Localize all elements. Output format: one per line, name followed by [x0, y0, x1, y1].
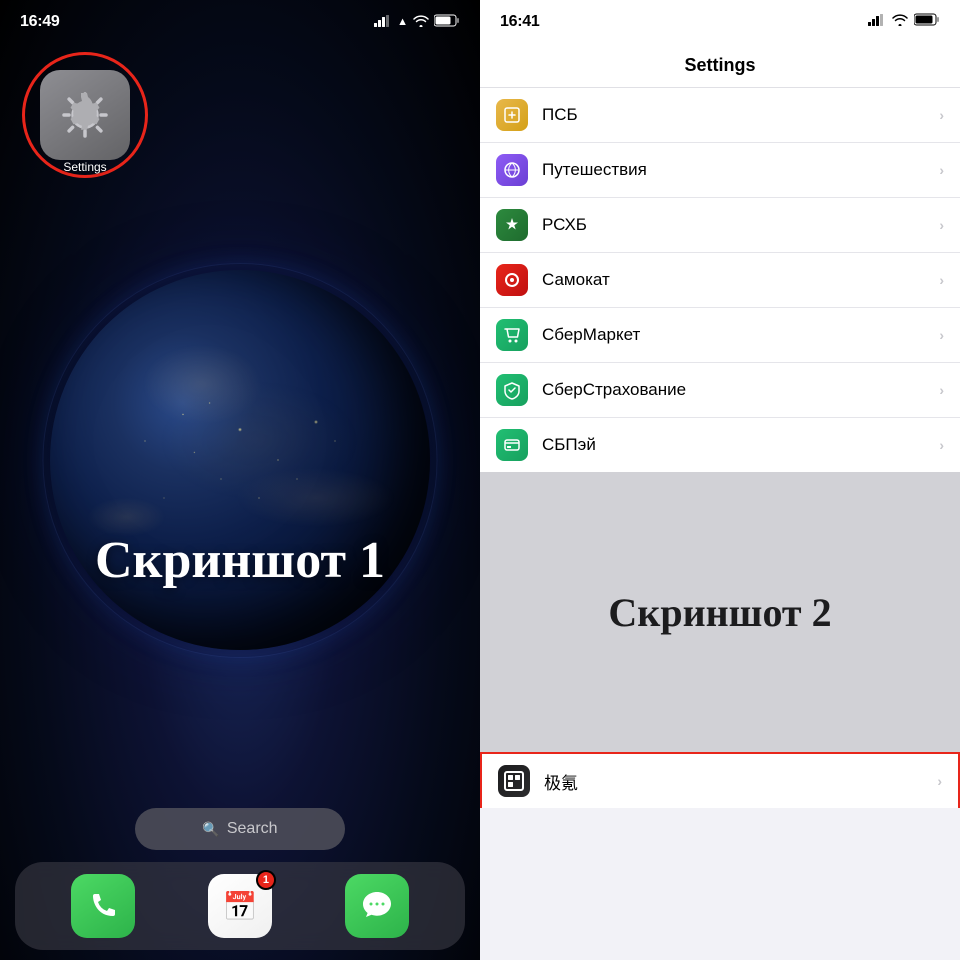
item-label-pcb: ПСБ	[542, 105, 931, 125]
search-bar-label: Search	[227, 820, 278, 838]
dock-calendar-app[interactable]: 📅 1	[208, 874, 272, 938]
settings-nav-bar: Settings	[480, 44, 960, 88]
wifi-icon-right	[892, 13, 908, 31]
travel-icon	[502, 160, 522, 180]
samokat-icon	[502, 270, 522, 290]
settings-item-sbermarket[interactable]: СберМаркет ›	[480, 308, 960, 363]
screenshot-2-label: Скриншот 2	[608, 589, 831, 636]
item-label-sberins: СберСтрахование	[542, 380, 931, 400]
item-label-jike: 极氪	[544, 769, 929, 794]
rshb-icon	[502, 215, 522, 235]
chevron-sberpay: ›	[939, 437, 944, 453]
signal-icon-left	[374, 15, 392, 30]
settings-item-sberins[interactable]: СберСтрахование ›	[480, 363, 960, 418]
time-right: 16:41	[500, 13, 539, 31]
settings-item-travel[interactable]: Путешествия ›	[480, 143, 960, 198]
item-label-travel: Путешествия	[542, 160, 931, 180]
chevron-pcb: ›	[939, 107, 944, 123]
sbermarket-icon	[502, 325, 522, 345]
battery-icon-right	[914, 13, 940, 31]
chevron-rshb: ›	[939, 217, 944, 233]
calendar-icon: 📅	[223, 890, 258, 923]
app-icon-pcb	[496, 99, 528, 131]
left-panel: 16:49 ▲	[0, 0, 480, 960]
item-label-sberpay: СБПэй	[542, 435, 931, 455]
settings-list[interactable]: ПСБ › Путешествия ›	[480, 88, 960, 960]
status-icons-left: ▲	[374, 14, 460, 30]
search-bar[interactable]: 🔍 Search	[135, 808, 345, 850]
right-panel: 16:41	[480, 0, 960, 960]
item-label-sbermarket: СберМаркет	[542, 325, 931, 345]
chevron-jike: ›	[937, 773, 942, 789]
status-bar-right: 16:41	[480, 0, 960, 44]
screenshot-2-block: Скриншот 2	[480, 472, 960, 752]
earth-globe	[50, 270, 430, 650]
app-icon-jike	[498, 765, 530, 797]
dock-messages-app[interactable]	[345, 874, 409, 938]
app-icon-sbermarket	[496, 319, 528, 351]
item-label-rshb: РСХБ	[542, 215, 931, 235]
battery-icon-left	[434, 14, 460, 30]
gear-icon	[58, 88, 112, 142]
settings-item-samokat[interactable]: Самокат ›	[480, 253, 960, 308]
app-icon-rshb	[496, 209, 528, 241]
phone-icon	[85, 888, 121, 924]
dock: 📅 1	[15, 862, 465, 950]
chevron-sberins: ›	[939, 382, 944, 398]
settings-app-label: Settings	[30, 160, 140, 174]
status-icons-right	[868, 13, 940, 31]
app-icon-sberins	[496, 374, 528, 406]
settings-item-sberpay[interactable]: СБПэй ›	[480, 418, 960, 472]
chevron-travel: ›	[939, 162, 944, 178]
app-icon-sberpay	[496, 429, 528, 461]
sberpay-icon	[502, 435, 522, 455]
app-icon-travel	[496, 154, 528, 186]
app-icon-samokat	[496, 264, 528, 296]
nav-title: Settings	[684, 55, 755, 76]
sberins-icon	[502, 380, 522, 400]
settings-item-jike[interactable]: 极氪 ›	[480, 752, 960, 808]
settings-app-icon[interactable]	[40, 70, 130, 160]
settings-section-apps: ПСБ › Путешествия ›	[480, 88, 960, 472]
chevron-samokat: ›	[939, 272, 944, 288]
settings-item-rshb[interactable]: РСХБ ›	[480, 198, 960, 253]
calendar-badge: 1	[256, 870, 276, 890]
settings-item-pcb[interactable]: ПСБ ›	[480, 88, 960, 143]
item-label-samokat: Самокат	[542, 270, 931, 290]
arrow-icon-left: ▲	[397, 16, 408, 28]
jike-icon	[503, 770, 525, 792]
chevron-sbermarket: ›	[939, 327, 944, 343]
messages-icon	[359, 888, 395, 924]
dock-phone-app[interactable]	[71, 874, 135, 938]
search-icon: 🔍	[202, 821, 219, 838]
signal-icon-right	[868, 13, 886, 31]
wifi-icon-left	[413, 15, 429, 30]
settings-icon-wrapper[interactable]: Settings	[30, 60, 140, 170]
time-left: 16:49	[20, 13, 59, 31]
pcb-icon	[502, 105, 522, 125]
screenshot-1-label: Скриншот 1	[0, 531, 480, 590]
status-bar-left: 16:49 ▲	[0, 0, 480, 44]
